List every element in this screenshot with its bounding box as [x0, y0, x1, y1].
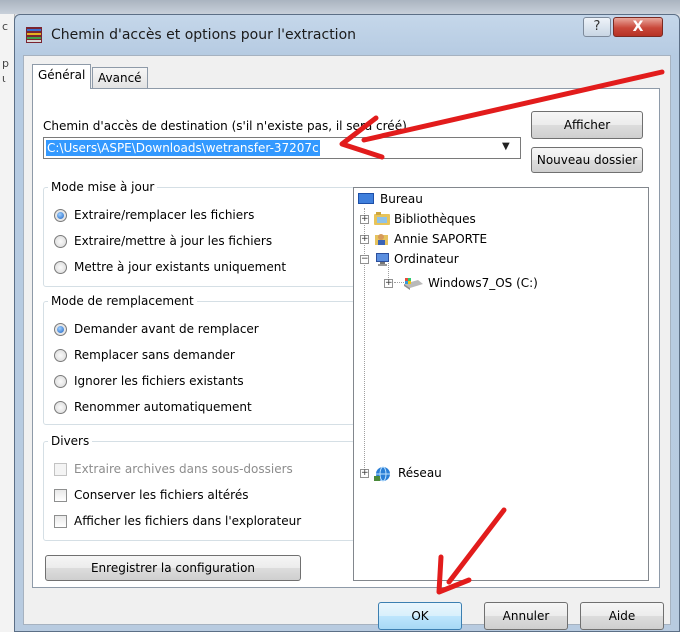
expand-icon[interactable]: +	[360, 235, 369, 244]
background-window-left: c p ι	[0, 14, 15, 632]
winrar-icon	[26, 27, 42, 43]
radio-icon[interactable]	[54, 235, 67, 248]
network-icon	[374, 466, 390, 482]
radio-label: Remplacer sans demander	[74, 348, 235, 362]
misc-legend: Divers	[48, 434, 93, 448]
save-configuration-button[interactable]: Enregistrer la configuration	[45, 555, 301, 581]
radio-label: Extraire/mettre à jour les fichiers	[74, 234, 273, 248]
checkbox-label: Afficher les fichiers dans l'explorateur	[74, 514, 302, 528]
expand-icon[interactable]: +	[384, 279, 393, 288]
tab-general[interactable]: Général	[32, 64, 92, 89]
update-mode-legend: Mode mise à jour	[48, 180, 158, 194]
radio-label: Demander avant de remplacer	[74, 322, 259, 336]
radio-icon[interactable]	[54, 401, 67, 414]
overwrite-mode-legend: Mode de remplacement	[48, 294, 197, 308]
misc-group: Divers Extraire archives dans sous-dossi…	[43, 434, 355, 541]
background-char: c	[2, 20, 9, 33]
checkbox-icon[interactable]	[54, 515, 67, 528]
expand-icon[interactable]: +	[360, 215, 369, 224]
radio-label: Ignorer les fichiers existants	[74, 374, 244, 388]
update-mode-group: Mode mise à jour Extraire/remplacer les …	[43, 180, 355, 287]
show-button[interactable]: Afficher	[531, 111, 643, 139]
overwrite-mode-group: Mode de remplacement Demander avant de r…	[43, 294, 355, 425]
destination-path-input[interactable]: C:\Users\ASPE\Downloads\wetransfer-37207…	[46, 140, 320, 156]
checkbox-label: Conserver les fichiers altérés	[74, 488, 249, 502]
radio-icon[interactable]	[54, 323, 67, 336]
tab-panel-general: Chemin d'accès de destination (s'il n'ex…	[32, 88, 660, 588]
tree-item-label: Bibliothèques	[394, 212, 476, 226]
radio-label: Extraire/remplacer les fichiers	[74, 208, 255, 222]
folder-tree[interactable]: Bureau + Bibliothèques + Annie SAPORTE −…	[353, 187, 649, 581]
close-button[interactable]: X	[613, 17, 663, 37]
radio-icon[interactable]	[54, 375, 67, 388]
tree-item-label: Windows7_OS (C:)	[428, 276, 538, 290]
cancel-button[interactable]: Annuler	[484, 602, 568, 630]
libraries-icon	[374, 212, 390, 225]
collapse-icon[interactable]: −	[360, 255, 369, 264]
dialog-title: Chemin d'accès et options pour l'extract…	[51, 27, 357, 43]
background-char: p	[2, 57, 9, 70]
radio-icon[interactable]	[54, 261, 67, 274]
radio-label: Mettre à jour existants uniquement	[74, 260, 287, 274]
checkbox-icon	[54, 463, 67, 476]
title-bar[interactable]: Chemin d'accès et options pour l'extract…	[15, 15, 679, 55]
destination-label: Chemin d'accès de destination (s'il n'ex…	[43, 119, 407, 133]
tab-advanced[interactable]: Avancé	[92, 67, 148, 89]
expand-icon[interactable]: +	[360, 469, 369, 478]
background-window-strip	[0, 0, 680, 14]
radio-label: Renommer automatiquement	[74, 400, 252, 414]
background-char: ι	[2, 72, 6, 85]
ok-button[interactable]: OK	[378, 602, 462, 630]
checkbox-label: Extraire archives dans sous-dossiers	[74, 462, 293, 476]
tree-item-label: Bureau	[380, 192, 423, 206]
new-folder-button[interactable]: Nouveau dossier	[531, 147, 643, 173]
destination-combobox[interactable]: C:\Users\ASPE\Downloads\wetransfer-37207…	[43, 137, 521, 159]
checkbox-icon[interactable]	[54, 489, 67, 502]
help-title-button[interactable]: ?	[583, 17, 611, 37]
extraction-dialog: Chemin d'accès et options pour l'extract…	[14, 14, 680, 632]
dropdown-arrow-icon[interactable]: ▼	[502, 141, 510, 152]
desktop-icon	[358, 193, 374, 204]
radio-icon[interactable]	[54, 209, 67, 222]
radio-icon[interactable]	[54, 349, 67, 362]
tree-line	[364, 208, 365, 470]
tree-item-label: Annie SAPORTE	[394, 232, 488, 246]
help-button[interactable]: Aide	[580, 602, 664, 630]
dialog-client-area: Général Avancé Chemin d'accès de destina…	[23, 55, 671, 630]
computer-icon	[376, 253, 389, 266]
drive-icon	[404, 278, 423, 290]
tree-item-label: Ordinateur	[394, 252, 459, 266]
tree-item-label: Réseau	[398, 466, 442, 480]
user-folder-icon	[375, 234, 388, 245]
